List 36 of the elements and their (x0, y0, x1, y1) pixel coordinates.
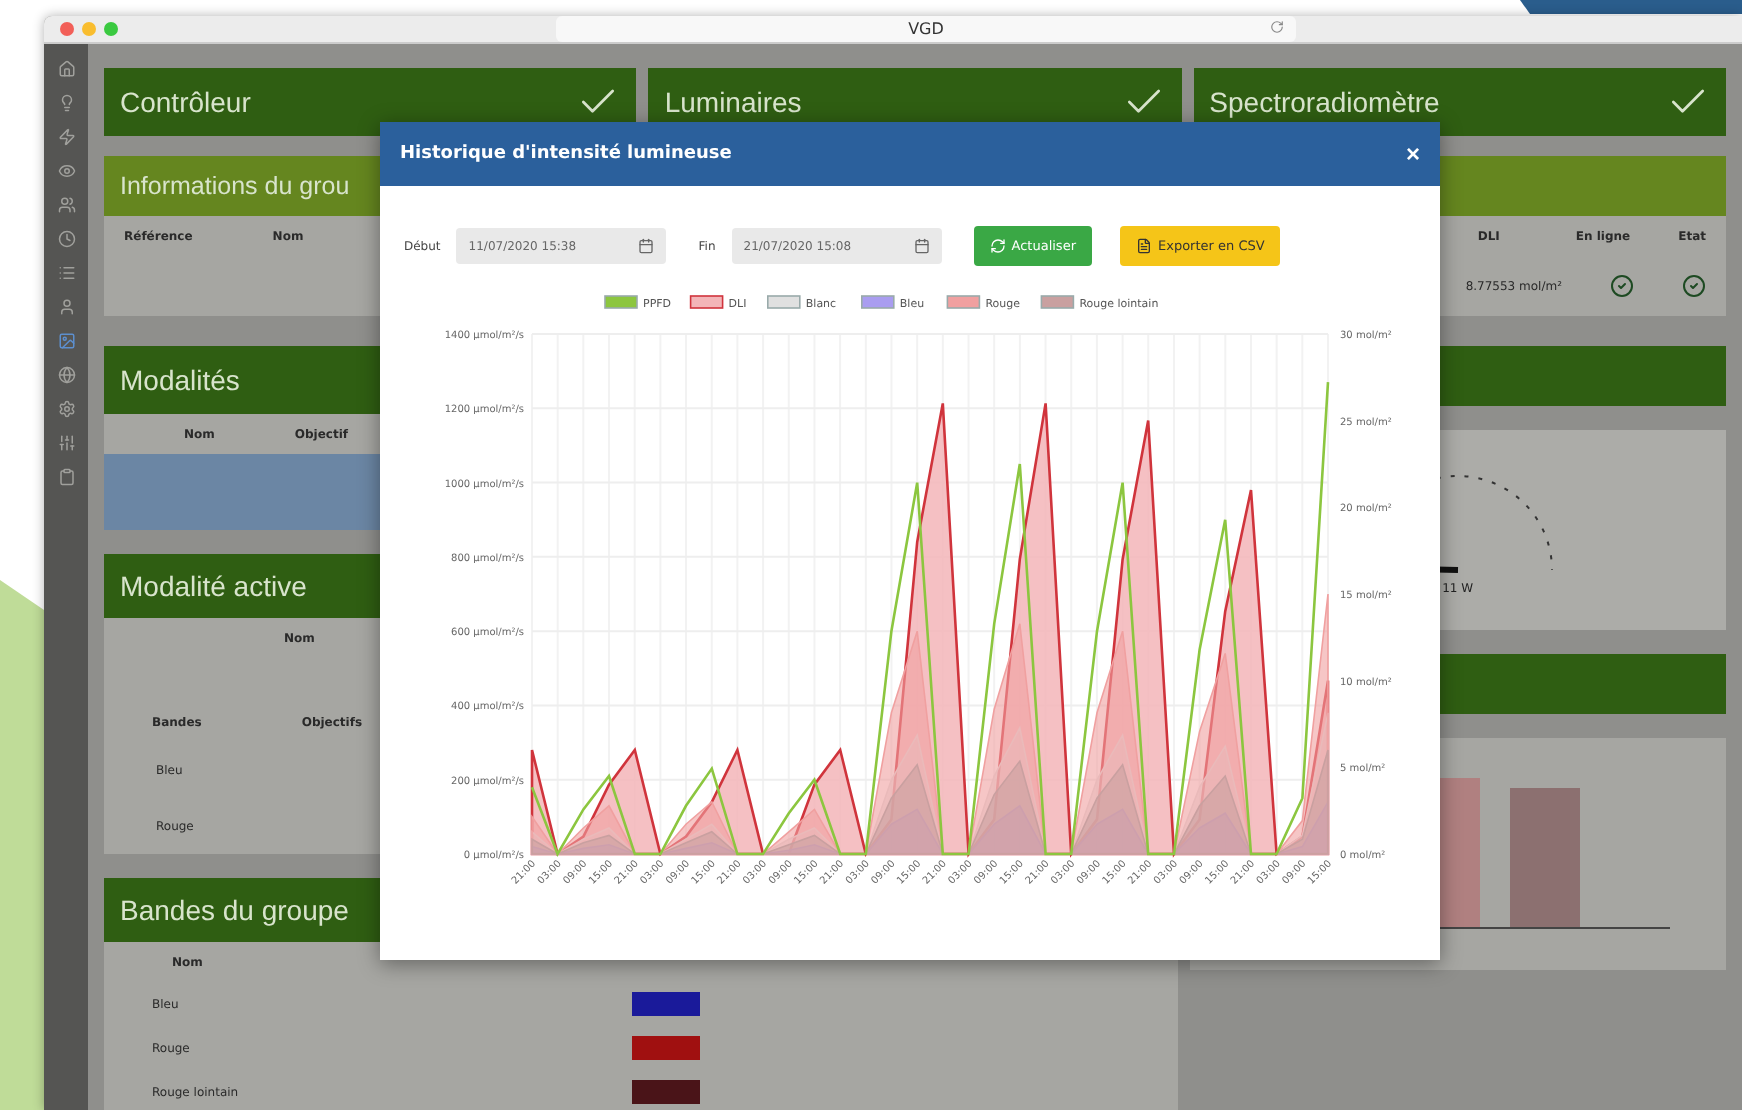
sidebar-icon[interactable] (57, 264, 75, 282)
legend-swatch (689, 295, 724, 309)
sidebar-icon[interactable] (57, 400, 75, 418)
calendar-icon[interactable] (913, 238, 930, 254)
maximize-window-button[interactable] (104, 22, 118, 36)
sidebar-icon[interactable] (57, 94, 75, 112)
sidebar-icon[interactable] (57, 196, 75, 214)
close-button[interactable]: × (1405, 140, 1420, 168)
legend-swatch (604, 295, 638, 309)
status-title: Luminaires (664, 86, 802, 118)
sidebar-icon[interactable] (57, 468, 75, 486)
refresh-icon (989, 238, 1006, 254)
section-title: Informations du grou (120, 172, 350, 200)
section-title: Modalités (120, 364, 240, 396)
legend-swatch (946, 295, 981, 309)
sidebar-icon[interactable] (57, 60, 75, 78)
address-bar[interactable]: VGD (556, 16, 1296, 42)
legend-swatch (767, 295, 801, 309)
calendar-icon[interactable] (638, 238, 655, 254)
section-title: Modalité active (120, 570, 307, 602)
sidebar-icon[interactable] (57, 366, 75, 384)
sidebar-icon[interactable] (57, 434, 75, 452)
dialog-title: Historique d'intensité lumineuse (400, 144, 732, 164)
legend-swatch (861, 295, 895, 309)
close-window-button[interactable] (60, 22, 74, 36)
reload-icon[interactable] (1270, 20, 1284, 34)
file-icon (1136, 238, 1152, 254)
sidebar-icon[interactable] (57, 332, 75, 350)
status-title: Spectroradiomètre (1209, 86, 1440, 118)
section-title: Bandes du groupe (120, 894, 349, 926)
sidebar-icon[interactable] (57, 298, 75, 316)
sidebar-icon[interactable] (57, 230, 75, 248)
sidebar-icon[interactable] (57, 128, 75, 146)
status-title: Contrôleur (120, 86, 251, 118)
legend-swatch (1040, 295, 1075, 309)
sidebar-icon[interactable] (57, 162, 75, 180)
